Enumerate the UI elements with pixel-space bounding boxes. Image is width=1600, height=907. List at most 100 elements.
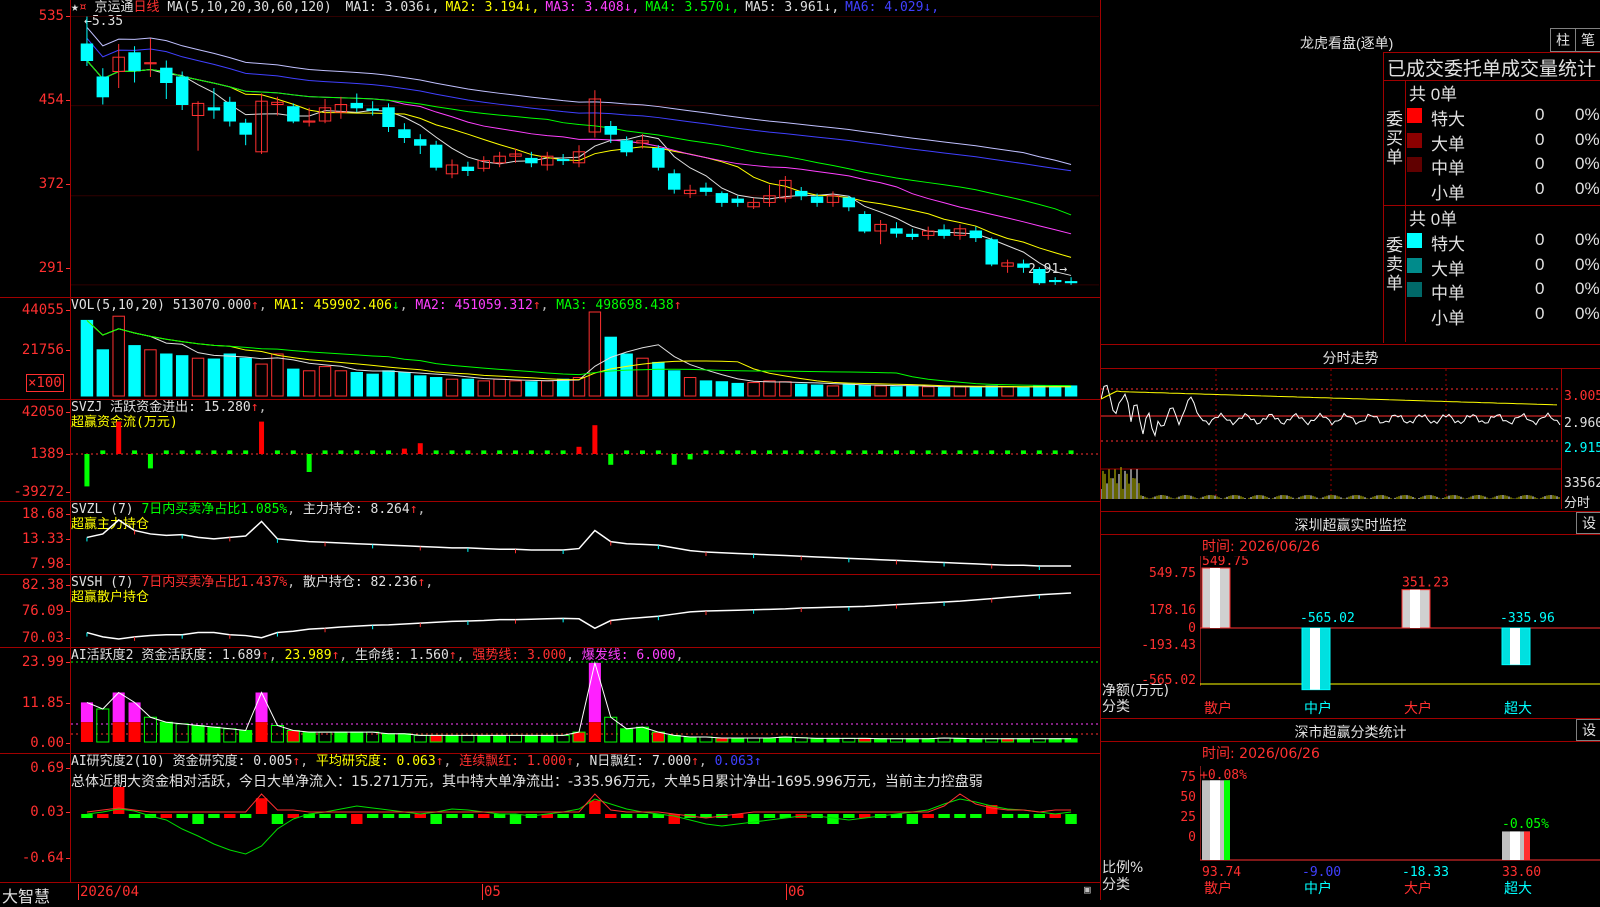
intraday-chart[interactable] (1101, 369, 1561, 509)
buy-nm: 中单 (1431, 159, 1465, 178)
volume-panel[interactable]: 44055 21756 ×100 VOL(5,10,20) 513070.000… (0, 298, 1100, 400)
volume-bar (541, 380, 554, 397)
ai-strong-bar (80, 722, 93, 742)
tick-mode-button[interactable]: 笔 (1575, 28, 1600, 52)
svzj-bar (671, 454, 677, 465)
ai-bar (715, 737, 729, 743)
candle-body (207, 107, 221, 111)
lock-icon[interactable]: ▣ (1084, 883, 1091, 896)
ai-research-tick: -0.64 (21, 850, 71, 866)
ai-bar (445, 734, 459, 743)
svzj-bar (179, 450, 185, 454)
candle-body (287, 106, 300, 122)
ai-bar (286, 729, 300, 743)
candle-body (842, 197, 856, 208)
svsh-tick: 82.38 (21, 577, 71, 593)
ai-bar (318, 731, 332, 743)
volume-bar (715, 381, 729, 397)
class-chart[interactable]: 93.74 -9.00 -18.33 33.60 +0.08% -0.05% (1200, 766, 1600, 876)
ai-bar (572, 731, 586, 743)
brand-label: 大智慧 (2, 887, 51, 906)
svzl-chart (86, 519, 1072, 570)
ai-research-panel[interactable]: 0.69 0.03 -0.64 AI研究度2(10) 资金研究度: 0.005↑… (0, 754, 1100, 882)
research-bar (446, 814, 458, 818)
class-category: 大户 (1404, 881, 1432, 897)
monitor-settings-button[interactable]: 设 (1576, 512, 1600, 534)
volume-bar (699, 380, 713, 397)
buy-nm: 大单 (1431, 134, 1465, 154)
candle-body (858, 214, 871, 232)
class-settings-button[interactable]: 设 (1576, 719, 1600, 741)
research-bar (366, 814, 379, 818)
ai-bar (747, 737, 761, 743)
ai-bar (651, 731, 665, 743)
price-tick: 372 (38, 176, 71, 192)
research-bar (636, 814, 649, 818)
volume-bar (509, 380, 522, 397)
bar-mode-button[interactable]: 柱 (1550, 28, 1576, 52)
volume-bar (477, 380, 490, 397)
sell-nm: 小单 (1431, 308, 1465, 328)
svzj-bar (846, 450, 852, 454)
ai-strong-bar (255, 722, 268, 742)
candle-body (699, 187, 713, 192)
svzj-bar (465, 450, 471, 454)
sell-v2: 0% (1575, 279, 1600, 298)
buy-v1: 0 (1535, 129, 1545, 149)
volume-bar (350, 371, 363, 397)
ai-bar (413, 734, 427, 743)
intraday-tick: 2.915 (1564, 441, 1600, 456)
sell-nm: 中单 (1431, 284, 1465, 303)
candle-body (160, 67, 173, 83)
volume-bar (80, 319, 94, 397)
lhb-tabs[interactable]: 已成交委托单成交量统计 (1387, 54, 1596, 81)
ai-bar (159, 721, 173, 743)
volume-bar (191, 357, 205, 397)
svsh-panel[interactable]: 82.38 76.09 70.03 SVSH (7) 7日内买卖净占比1.437… (0, 575, 1100, 648)
svzj-bar (655, 450, 661, 454)
ai-hollow-bar (96, 708, 110, 743)
ai-bar (239, 729, 253, 743)
intraday-tick: 3.005 (1564, 389, 1600, 404)
intraday-title: 分时走势 (1322, 350, 1379, 366)
ai-active-panel[interactable]: 23.99 11.85 0.00 AI活跃度2 资金活跃度: 1.689↑, 2… (0, 648, 1100, 754)
svzj-panel[interactable]: 42050 1389 -39272 SVZJ 活跃资金进出: 15.280↑, … (0, 400, 1100, 502)
svzj-bar (624, 450, 630, 454)
sell-swatch (1407, 233, 1422, 248)
class-bar-highlight (1210, 780, 1220, 860)
svzj-bar (862, 450, 868, 454)
svzj-bar (243, 450, 249, 454)
volume-bar (525, 381, 538, 397)
ma-line-1 (86, 60, 1072, 276)
monitor-bar-highlight (1310, 628, 1320, 690)
svsh-chart (86, 592, 1072, 641)
buy-swatch (1407, 157, 1422, 172)
ma-line-4 (86, 60, 1072, 216)
volume-bar (302, 370, 316, 397)
monitor-chart[interactable]: 549.75 -565.02 351.23 -335.96 (1200, 556, 1600, 716)
volume-bar (652, 361, 665, 397)
research-bar (557, 814, 569, 818)
price-panel[interactable]: 535 454 372 291 ★¤ 京运通日线 MA(5,10,20,30,6… (0, 0, 1100, 298)
svzj-bar (513, 450, 519, 454)
research-bar (160, 814, 173, 818)
monitor-bar-label: 351.23 (1402, 576, 1449, 591)
svsh-axis: 82.38 76.09 70.03 (0, 575, 71, 647)
svzl-panel[interactable]: 18.68 13.33 7.98 SVZL (7) 7日内买卖净占比1.085%… (0, 502, 1100, 575)
class-category: 超大 (1504, 881, 1532, 897)
volume-bar (937, 387, 951, 397)
ai-bar (493, 734, 507, 743)
volume-tick: 21756 (21, 342, 71, 358)
monitor-title-line (1101, 534, 1600, 535)
research-bar (970, 814, 982, 818)
svzj-bar (338, 450, 344, 454)
ai-bar (302, 731, 316, 743)
volume-bar (890, 386, 903, 397)
svzj-bar (703, 450, 709, 454)
volume-bar (1064, 385, 1078, 397)
sell-row: 中单 0 0% (1405, 278, 1600, 303)
ai-bar (334, 731, 348, 743)
sell-v2: 0% (1575, 303, 1600, 323)
ai-bar (191, 725, 205, 743)
monitor-bar-group (1401, 589, 1431, 629)
